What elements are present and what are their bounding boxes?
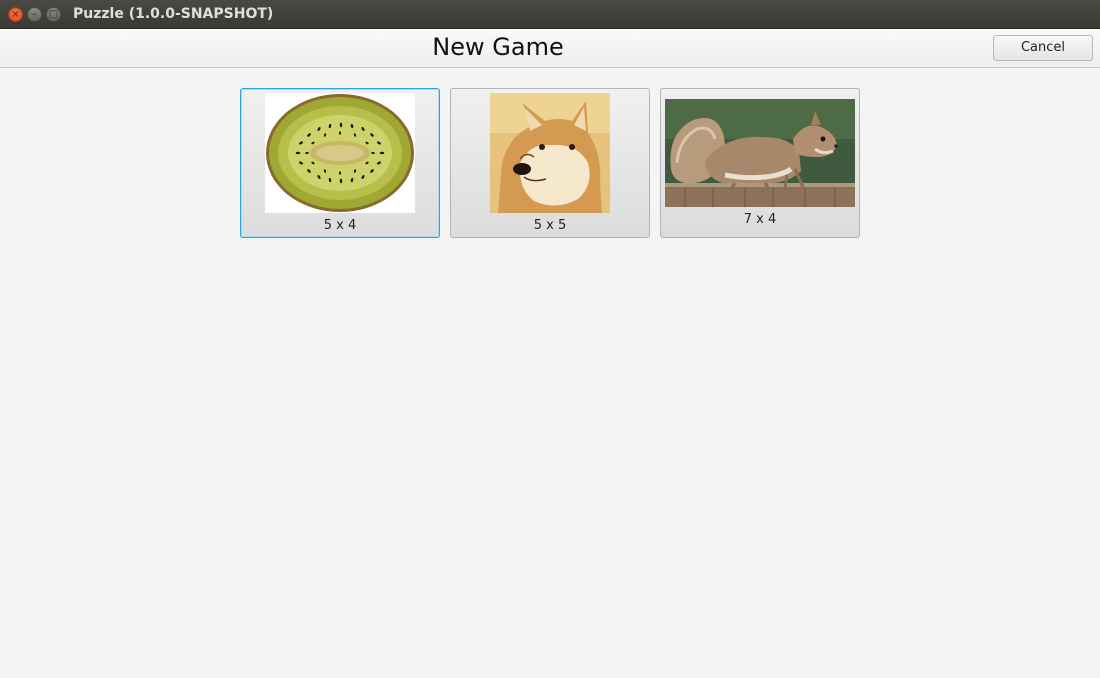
minimize-window-icon[interactable]: –: [27, 7, 42, 22]
window-title: Puzzle (1.0.0-SNAPSHOT): [73, 6, 274, 22]
kiwi-slice-image: [265, 93, 415, 213]
dialog-header: New Game Cancel: [0, 29, 1100, 68]
squirrel-on-fence-image: [665, 99, 855, 207]
maximize-window-icon[interactable]: □: [46, 7, 61, 22]
cancel-button[interactable]: Cancel: [993, 35, 1093, 61]
puzzle-card-dog[interactable]: 5 x 5: [450, 88, 650, 238]
puzzle-card-squirrel[interactable]: 7 x 4: [660, 88, 860, 238]
puzzle-size-label: 5 x 5: [533, 218, 567, 233]
window-titlebar[interactable]: × – □ Puzzle (1.0.0-SNAPSHOT): [0, 0, 1100, 29]
puzzle-size-label: 7 x 4: [743, 212, 777, 227]
page-title: New Game: [432, 33, 564, 61]
puzzle-card-kiwi[interactable]: 5 x 4: [240, 88, 440, 238]
puzzle-size-label: 5 x 4: [323, 218, 357, 233]
shiba-inu-dog-image: [490, 93, 610, 213]
close-window-icon[interactable]: ×: [8, 7, 23, 22]
